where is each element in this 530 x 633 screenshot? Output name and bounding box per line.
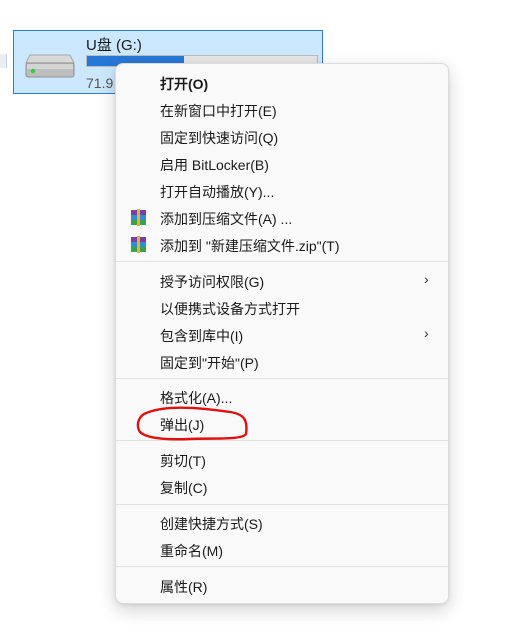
menu-item-label: 添加到 "新建压缩文件.zip"(T) xyxy=(160,238,340,254)
context-menu: 打开(O) 在新窗口中打开(E) 固定到快速访问(Q) 启用 BitLocker(B)… xyxy=(115,63,449,604)
menu-item-label: 创建快捷方式(S) xyxy=(160,516,263,532)
menu-item[interactable]: 启用 BitLocker(B) xyxy=(120,151,444,177)
menu-item[interactable]: 固定到"开始"(P) xyxy=(120,349,444,375)
menu-item[interactable]: 重命名(M) xyxy=(120,537,444,563)
winrar-archive-icon xyxy=(131,209,146,226)
winrar-archive-icon xyxy=(131,236,146,253)
partial-adjacent-item xyxy=(0,54,7,68)
menu-item[interactable]: 包含到库中(I) › xyxy=(120,322,444,348)
menu-separator xyxy=(116,504,448,505)
menu-item-label: 以便携式设备方式打开 xyxy=(160,301,300,317)
menu-item[interactable]: 复制(C) xyxy=(120,474,444,500)
menu-item-label: 固定到快速访问(Q) xyxy=(160,130,279,146)
menu-item-label: 添加到压缩文件(A) ... xyxy=(160,211,293,227)
menu-item[interactable]: 打开自动播放(Y)... xyxy=(120,178,444,204)
menu-item-label: 打开(O) xyxy=(160,76,209,92)
menu-item-label: 打开自动播放(Y)... xyxy=(160,184,275,200)
menu-item[interactable]: 属性(R) xyxy=(120,573,444,599)
menu-item-label: 授予访问权限(G) xyxy=(160,274,265,290)
usb-drive-icon xyxy=(25,54,75,78)
menu-item[interactable]: 以便携式设备方式打开 xyxy=(120,295,444,321)
menu-item-label: 在新窗口中打开(E) xyxy=(160,103,277,119)
menu-item-label: 固定到"开始"(P) xyxy=(160,355,259,371)
menu-item[interactable]: 在新窗口中打开(E) xyxy=(120,97,444,123)
menu-item-label: 启用 BitLocker(B) xyxy=(160,157,269,173)
menu-item-label: 格式化(A)... xyxy=(160,390,233,406)
menu-item[interactable]: 固定到快速访问(Q) xyxy=(120,124,444,150)
menu-item[interactable]: 添加到 "新建压缩文件.zip"(T) xyxy=(120,232,444,258)
menu-item-label: 重命名(M) xyxy=(160,543,223,559)
drive-name: U盘 (G:) xyxy=(86,37,142,54)
menu-separator xyxy=(116,378,448,379)
menu-item-label: 剪切(T) xyxy=(160,453,206,469)
menu-item[interactable]: 创建快捷方式(S) xyxy=(120,510,444,536)
chevron-right-icon: › xyxy=(424,271,429,287)
menu-item-label: 弹出(J) xyxy=(160,417,205,433)
desktop-stage: U盘 (G:) 71.9 打开(O) 在新窗口中打开(E) 固定到快速访问(Q) 启用… xyxy=(0,0,530,633)
menu-item[interactable]: 格式化(A)... xyxy=(120,384,444,410)
menu-item-label: 属性(R) xyxy=(160,579,208,595)
menu-item[interactable]: 弹出(J) xyxy=(120,411,444,437)
drive-free-space-text: 71.9 xyxy=(86,75,114,91)
menu-item-label: 复制(C) xyxy=(160,480,208,496)
menu-item[interactable]: 授予访问权限(G) › xyxy=(120,268,444,294)
menu-item[interactable]: 打开(O) xyxy=(120,70,444,96)
menu-item[interactable]: 剪切(T) xyxy=(120,447,444,473)
menu-item[interactable]: 添加到压缩文件(A) ... xyxy=(120,205,444,231)
menu-separator xyxy=(116,261,448,262)
menu-separator xyxy=(116,440,448,441)
menu-item-label: 包含到库中(I) xyxy=(160,328,244,344)
menu-separator xyxy=(116,566,448,567)
chevron-right-icon: › xyxy=(424,325,429,341)
